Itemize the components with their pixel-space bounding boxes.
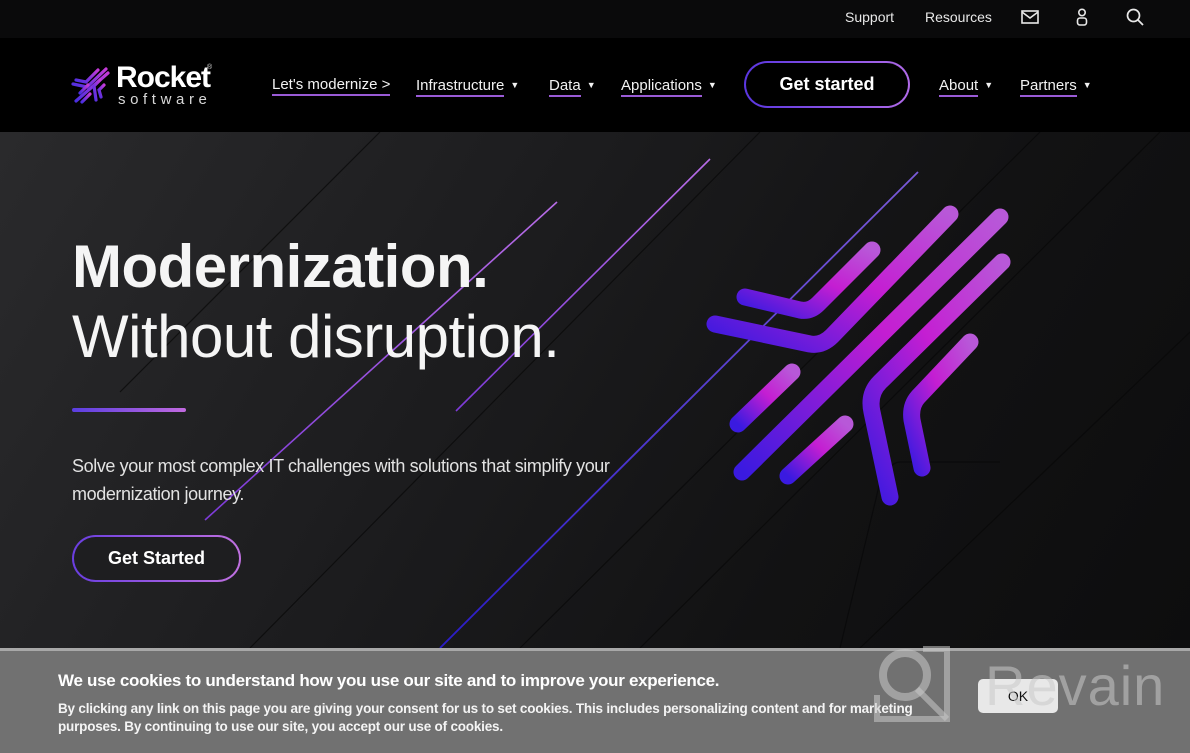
hero-subtext: Solve your most complex IT challenges wi… <box>72 456 610 504</box>
hero-line-purple-2 <box>455 158 711 412</box>
nav-item-about[interactable]: About ▼ <box>939 76 994 97</box>
resources-link[interactable]: Resources <box>925 9 992 25</box>
rocket-mark-illustration <box>706 205 1011 506</box>
nav-item-label: Let's modernize > <box>272 76 391 96</box>
nav-item-infrastructure[interactable]: Infrastructure ▼ <box>416 76 520 97</box>
utility-bar: Support Resources <box>0 0 1190 38</box>
nav-item-label: Partners <box>1020 77 1077 97</box>
nav-item-data[interactable]: Data ▼ <box>549 76 596 97</box>
get-started-hero-button[interactable]: Get Started <box>72 535 241 582</box>
hero-headline-bold: Modernization. <box>72 233 489 300</box>
support-link[interactable]: Support <box>845 9 894 25</box>
nav-item-partners[interactable]: Partners ▼ <box>1020 76 1092 97</box>
caret-down-icon: ▼ <box>586 80 596 90</box>
nav-item-applications[interactable]: Applications ▼ <box>621 76 717 97</box>
caret-down-icon: ▼ <box>510 80 520 90</box>
nav-item-label: Infrastructure <box>416 77 505 97</box>
caret-down-icon: ▼ <box>707 80 717 90</box>
logo-wordmark: Rocket <box>116 61 211 94</box>
user-icon[interactable] <box>1071 6 1093 28</box>
caret-down-icon: ▼ <box>984 80 994 90</box>
hero-headline-light: Without disruption. <box>72 303 560 370</box>
rocket-mark-icon <box>71 67 110 104</box>
cookie-banner: We use cookies to understand how you use… <box>0 648 1190 753</box>
accent-divider <box>72 408 186 412</box>
caret-down-icon: ▼ <box>1082 80 1092 90</box>
nav-item-lets-modernize[interactable]: Let's modernize > <box>272 76 391 96</box>
cookie-title: We use cookies to understand how you use… <box>58 671 720 690</box>
hero-section: Modernization. Without disruption. Solve… <box>0 132 1190 648</box>
cookie-ok-button[interactable]: OK <box>978 679 1058 713</box>
nav-item-label: Applications <box>621 77 702 97</box>
cookie-body: By clicking any link on this page you ar… <box>58 701 913 734</box>
mail-icon[interactable] <box>1019 6 1041 28</box>
main-nav: Rocket ® software Let's modernize > Infr… <box>0 38 1190 132</box>
logo-subtitle: software <box>118 91 212 108</box>
get-started-nav-button[interactable]: Get started <box>744 61 910 108</box>
registered-mark: ® <box>207 64 213 71</box>
rocket-software-logo[interactable]: Rocket ® software <box>70 62 220 112</box>
nav-item-label: About <box>939 77 979 97</box>
search-icon[interactable] <box>1124 6 1146 28</box>
nav-item-label: Data <box>549 77 581 97</box>
